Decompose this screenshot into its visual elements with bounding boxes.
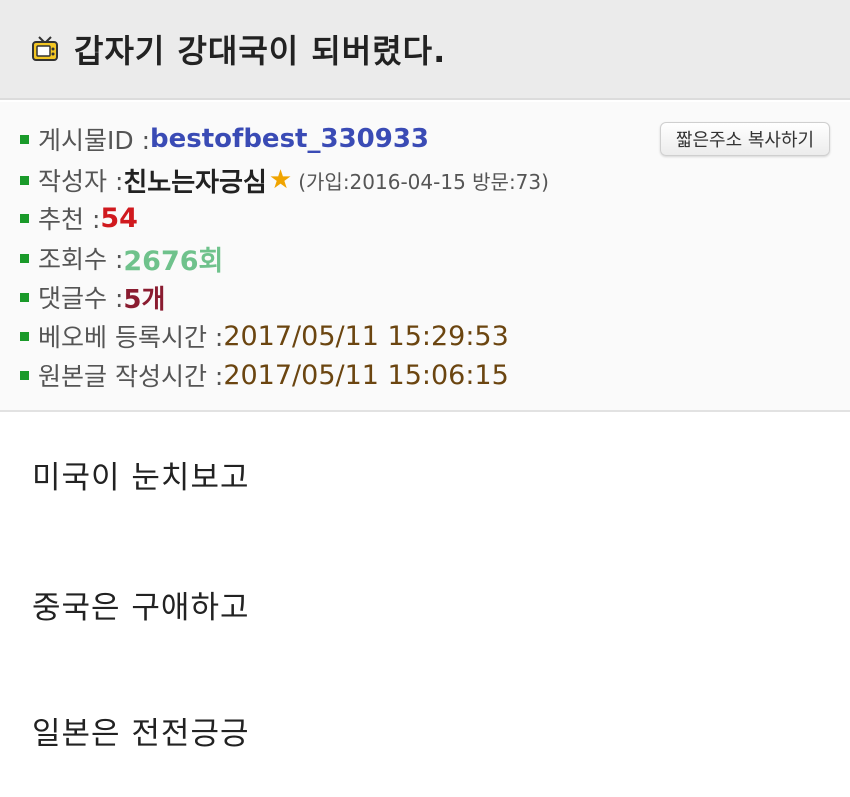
author-meta: (가입:2016-04-15 방문:73) [298, 169, 549, 194]
tv-icon [32, 36, 58, 61]
content-line: 일본은 전전긍긍 [32, 716, 250, 752]
star-icon: ★ [268, 165, 293, 195]
comments-count: 5개 [123, 284, 166, 315]
square-bullet-icon [20, 253, 29, 263]
views-count: 2676회 [123, 245, 224, 277]
square-bullet-icon [20, 134, 29, 144]
post-id-value: bestofbest_330933 [150, 124, 430, 154]
info-row-bob-time: 베오베 등록시간 : 2017/05/11 15:29:53 [20, 316, 509, 356]
info-row-views: 조회수 : 2676회 [20, 238, 223, 278]
bob-time-value: 2017/05/11 15:29:53 [223, 320, 509, 352]
post-id-label: 게시물ID : [38, 126, 150, 155]
comments-label: 댓글수 : [38, 284, 124, 313]
info-row-post-id: 게시물ID : bestofbest_330933 [20, 119, 429, 159]
square-bullet-icon [20, 175, 29, 185]
author-label: 작성자 : [38, 167, 124, 196]
recommend-label: 추천 : [38, 205, 101, 234]
copy-short-url-button[interactable]: 짧은주소 복사하기 [660, 122, 830, 156]
square-bullet-icon [20, 370, 29, 380]
square-bullet-icon [20, 331, 29, 341]
content-line: 미국이 눈치보고 [32, 460, 250, 496]
post-info-box: 짧은주소 복사하기 게시물ID : bestofbest_330933 작성자 … [0, 102, 850, 412]
title-bar: 갑자기 강대국이 되버렸다. [0, 0, 850, 100]
views-label: 조회수 : [38, 245, 124, 274]
info-row-recommend: 추천 : 54 [20, 198, 138, 238]
content-line: 중국은 구애하고 [32, 590, 250, 626]
info-row-orig-time: 원본글 작성시간 : 2017/05/11 15:06:15 [20, 355, 509, 395]
page-title: 갑자기 강대국이 되버렸다. [74, 32, 447, 70]
info-row-comments: 댓글수 : 5개 [20, 277, 165, 317]
info-row-author: 작성자 : 친노는자긍심 ★ (가입:2016-04-15 방문:73) [20, 160, 549, 200]
bob-time-label: 베오베 등록시간 : [38, 323, 224, 352]
square-bullet-icon [20, 292, 29, 302]
orig-time-label: 원본글 작성시간 : [38, 362, 224, 391]
orig-time-value: 2017/05/11 15:06:15 [223, 359, 509, 391]
recommend-count: 54 [100, 202, 138, 234]
square-bullet-icon [20, 213, 29, 223]
author-name[interactable]: 친노는자긍심 [123, 162, 267, 199]
